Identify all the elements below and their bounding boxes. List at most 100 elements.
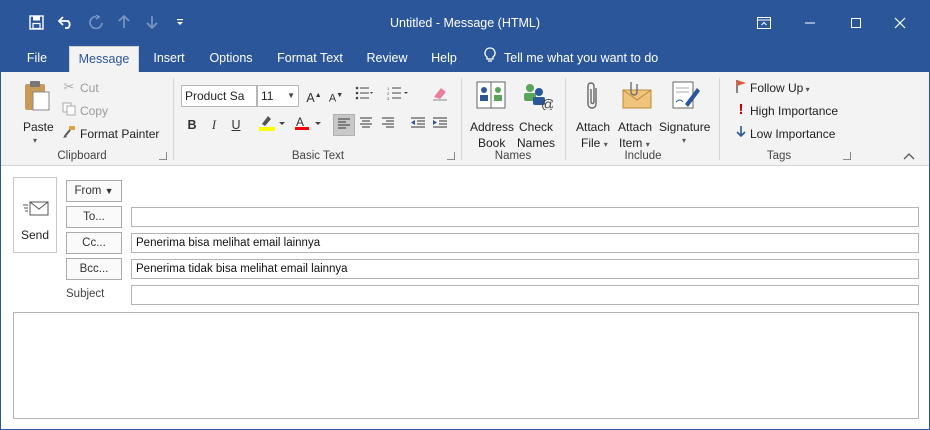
svg-text:@: @ [541, 96, 553, 110]
ribbon-display-options-icon[interactable] [749, 9, 779, 37]
highlight-icon[interactable] [255, 114, 289, 136]
align-center-icon[interactable] [355, 114, 377, 136]
font-name-combo[interactable]: Product Sa [181, 85, 257, 107]
attach-file-label-1: Attach [576, 120, 611, 134]
bcc-button[interactable]: Bcc... [66, 258, 122, 280]
check-names-icon: @ [521, 80, 555, 113]
follow-up-button[interactable]: Follow Up ▾ [733, 79, 823, 97]
tab-help[interactable]: Help [425, 46, 463, 72]
high-importance-label: High Importance [750, 104, 839, 118]
window-title: Untitled - Message (HTML) [389, 16, 541, 30]
grow-font-icon[interactable]: A▲ [303, 85, 325, 107]
message-body[interactable] [13, 312, 919, 419]
exclamation-icon: ! [738, 101, 744, 118]
decrease-indent-icon[interactable] [407, 114, 429, 136]
clipboard-launcher-icon[interactable] [159, 152, 167, 160]
clipboard-icon [23, 80, 51, 115]
attach-item-label-2: Item ▾ [619, 136, 650, 150]
minimize-icon[interactable] [795, 9, 825, 37]
copy-label: Copy [80, 104, 109, 118]
lightbulb-icon [484, 47, 496, 71]
ribbon: Paste ▾ ✂ Cut Copy Format Painter Clipbo… [1, 72, 929, 166]
underline-button[interactable]: U [225, 114, 247, 136]
format-painter-label: Format Painter [80, 127, 160, 141]
attach-item-button[interactable]: Attach Item ▾ [615, 78, 657, 150]
address-book-icon [475, 80, 507, 113]
group-divider [173, 78, 174, 160]
paste-dropdown-icon: ▾ [33, 136, 38, 145]
attach-file-button[interactable]: Attach File ▾ [573, 78, 615, 150]
maximize-icon[interactable] [841, 9, 871, 37]
cc-button[interactable]: Cc... [66, 232, 122, 254]
paintbrush-icon [61, 125, 77, 141]
high-importance-button[interactable]: ! High Importance [733, 102, 843, 120]
tell-me-box[interactable]: Tell me what you want to do [484, 46, 658, 72]
check-names-button[interactable]: @ Check Names [515, 78, 559, 150]
chevron-down-icon: ▼ [104, 186, 114, 196]
bold-button[interactable]: B [181, 114, 203, 136]
flag-icon [733, 79, 749, 95]
chevron-down-icon: ▼ [287, 91, 295, 100]
italic-label: I [211, 118, 217, 132]
envelope-clip-icon [621, 80, 653, 113]
clipboard-group-label: Clipboard [57, 150, 107, 162]
collapse-ribbon-icon[interactable] [903, 149, 917, 161]
to-button[interactable]: To... [66, 206, 122, 228]
signature-dropdown-icon: ▾ [682, 136, 687, 145]
font-color-icon[interactable]: A [291, 114, 325, 136]
attach-item-label-1: Attach [618, 120, 653, 134]
bold-label: B [187, 118, 197, 132]
send-button[interactable]: Send [13, 177, 57, 253]
close-icon[interactable] [885, 9, 915, 37]
tab-review[interactable]: Review [361, 46, 413, 72]
tab-message[interactable]: Message [69, 46, 139, 73]
address-book-label-1: Address [470, 120, 515, 134]
copy-button[interactable]: Copy [61, 102, 121, 120]
from-button[interactable]: From ▼ [66, 180, 122, 202]
include-group-label: Include [624, 150, 662, 162]
basic-text-launcher-icon[interactable] [447, 152, 455, 160]
font-size-combo[interactable]: 11 ▼ [257, 85, 299, 107]
tab-file[interactable]: File [17, 46, 57, 72]
arrow-down-icon [733, 125, 749, 141]
scissors-icon: ✂ [63, 79, 75, 94]
paste-button[interactable]: Paste ▾ [15, 78, 57, 148]
shrink-font-icon[interactable]: A▼ [325, 85, 347, 107]
low-importance-label: Low Importance [750, 127, 836, 141]
tab-insert[interactable]: Insert [147, 46, 191, 72]
basic-text-group-label: Basic Text [291, 150, 345, 162]
bcc-field[interactable]: Penerima tidak bisa melihat email lainny… [131, 259, 919, 279]
address-book-button[interactable]: Address Book [467, 78, 515, 150]
font-name-value: Product Sa [185, 89, 245, 103]
subject-field[interactable] [131, 285, 919, 305]
attach-file-label-2: File ▾ [581, 136, 608, 150]
group-divider [565, 78, 566, 160]
group-divider [719, 78, 720, 160]
low-importance-button[interactable]: Low Importance [733, 125, 843, 143]
tags-group-label: Tags [766, 150, 792, 162]
underline-label: U [231, 118, 241, 132]
names-group-label: Names [494, 150, 532, 162]
copy-icon [61, 102, 77, 118]
tab-options[interactable]: Options [203, 46, 259, 72]
to-field[interactable] [131, 207, 919, 227]
cc-field[interactable]: Penerima bisa melihat email lainnya [131, 233, 919, 253]
format-painter-button[interactable]: Format Painter [61, 125, 165, 143]
check-names-label-2: Names [517, 136, 556, 150]
clear-formatting-icon[interactable] [429, 85, 451, 107]
send-label: Send [20, 228, 50, 242]
svg-text:3: 3 [387, 96, 390, 100]
cut-button[interactable]: ✂ Cut [61, 79, 121, 97]
align-right-icon[interactable] [377, 114, 399, 136]
numbering-icon[interactable]: 123 [387, 85, 409, 107]
align-left-icon[interactable] [333, 114, 355, 136]
increase-indent-icon[interactable] [429, 114, 451, 136]
tags-launcher-icon[interactable] [843, 152, 851, 160]
italic-button[interactable]: I [203, 114, 225, 136]
bullets-icon[interactable] [353, 85, 375, 107]
tab-format-text[interactable]: Format Text [271, 46, 349, 72]
follow-up-label: Follow Up ▾ [750, 81, 810, 95]
message-window: Untitled - Message (HTML) File Message I… [0, 0, 930, 430]
cut-label: Cut [80, 81, 99, 95]
signature-button[interactable]: Signature ▾ [657, 78, 713, 148]
